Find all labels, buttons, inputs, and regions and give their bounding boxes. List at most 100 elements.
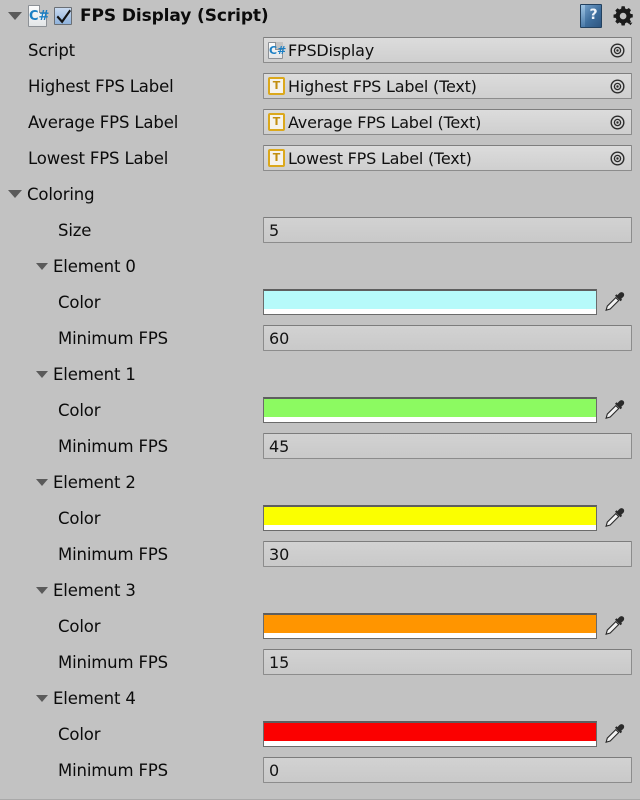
color-label: Color (0, 293, 100, 312)
color-swatch-alpha (264, 417, 596, 421)
min-fps-value: 60 (269, 329, 289, 348)
color-swatch[interactable] (263, 505, 597, 531)
text-glyph: T (270, 151, 283, 165)
unity-inspector-panel: C# FPS Display (Script) ? Script (0, 0, 640, 800)
min-fps-label: Minimum FPS (0, 329, 168, 348)
element-foldout-arrow-icon[interactable] (36, 587, 48, 594)
color-swatch-alpha (264, 309, 596, 313)
field-row-min-fps: Minimum FPS 60 (0, 320, 640, 356)
color-swatch-solid (264, 399, 596, 417)
field-value: Highest FPS Label (Text) (288, 77, 477, 96)
field-row-min-fps: Minimum FPS 45 (0, 428, 640, 464)
element-foldout-arrow-icon[interactable] (36, 371, 48, 378)
field-row-size: Size 5 (0, 212, 640, 248)
field-label: Highest FPS Label (0, 77, 174, 96)
min-fps-input[interactable]: 0 (263, 757, 632, 783)
field-row-color: Color (0, 716, 640, 752)
lowest-fps-label-object-field[interactable]: T Lowest FPS Label (Text) (263, 145, 632, 171)
color-swatch-solid (264, 615, 596, 633)
object-picker-icon[interactable] (610, 115, 625, 130)
field-row-lowest-fps-label: Lowest FPS Label T Lowest FPS Label (Tex… (0, 140, 640, 176)
highest-fps-label-object-field[interactable]: T Highest FPS Label (Text) (263, 73, 632, 99)
min-fps-input[interactable]: 30 (263, 541, 632, 567)
object-picker-icon[interactable] (610, 43, 625, 58)
element-foldout[interactable]: Element 0 (0, 248, 640, 284)
min-fps-label: Minimum FPS (0, 761, 168, 780)
coloring-foldout[interactable]: Coloring (0, 176, 640, 212)
coloring-foldout-arrow-icon[interactable] (8, 190, 22, 198)
element-foldout[interactable]: Element 1 (0, 356, 640, 392)
field-value: Average FPS Label (Text) (288, 113, 481, 132)
field-row-highest-fps-label: Highest FPS Label T Highest FPS Label (T… (0, 68, 640, 104)
min-fps-value: 0 (269, 761, 279, 780)
field-row-min-fps: Minimum FPS 15 (0, 644, 640, 680)
color-swatch-solid (264, 723, 596, 741)
field-label: Lowest FPS Label (0, 149, 168, 168)
text-component-icon: T (268, 113, 285, 131)
average-fps-label-object-field[interactable]: T Average FPS Label (Text) (263, 109, 632, 135)
eyedropper-icon[interactable] (603, 506, 627, 530)
element-label: Element 0 (53, 257, 136, 276)
gear-dropdown-icon[interactable] (612, 5, 634, 27)
size-input[interactable]: 5 (263, 217, 632, 243)
element-label: Element 1 (53, 365, 136, 384)
field-label: Script (0, 41, 75, 60)
coloring-label: Coloring (27, 185, 94, 204)
element-foldout[interactable]: Element 2 (0, 464, 640, 500)
csharp-glyph: C# (29, 8, 46, 25)
element-foldout-arrow-icon[interactable] (36, 263, 48, 270)
min-fps-value: 15 (269, 653, 289, 672)
field-row-average-fps-label: Average FPS Label T Average FPS Label (T… (0, 104, 640, 140)
min-fps-label: Minimum FPS (0, 437, 168, 456)
min-fps-value: 30 (269, 545, 289, 564)
eyedropper-icon[interactable] (603, 722, 627, 746)
field-row-color: Color (0, 284, 640, 320)
eyedropper-icon[interactable] (603, 614, 627, 638)
min-fps-label: Minimum FPS (0, 545, 168, 564)
min-fps-input[interactable]: 15 (263, 649, 632, 675)
object-picker-icon[interactable] (610, 151, 625, 166)
field-value: FPSDisplay (288, 41, 374, 60)
component-foldout-arrow-icon[interactable] (8, 12, 22, 20)
field-value: Lowest FPS Label (Text) (288, 149, 472, 168)
text-glyph: T (270, 79, 283, 93)
color-swatch[interactable] (263, 613, 597, 639)
script-object-field[interactable]: C# FPSDisplay (263, 37, 632, 63)
component-enabled-checkbox[interactable] (54, 7, 72, 25)
field-row-color: Color (0, 608, 640, 644)
element-foldout[interactable]: Element 3 (0, 572, 640, 608)
component-header[interactable]: C# FPS Display (Script) ? (0, 0, 640, 32)
min-fps-input[interactable]: 60 (263, 325, 632, 351)
color-swatch[interactable] (263, 397, 597, 423)
eyedropper-icon[interactable] (603, 290, 627, 314)
object-picker-icon[interactable] (610, 79, 625, 94)
color-swatch[interactable] (263, 721, 597, 747)
element-foldout-arrow-icon[interactable] (36, 479, 48, 486)
min-fps-label: Minimum FPS (0, 653, 168, 672)
eyedropper-icon[interactable] (603, 398, 627, 422)
color-swatch-alpha (264, 525, 596, 529)
element-label: Element 4 (53, 689, 136, 708)
csharp-script-icon: C# (28, 5, 47, 27)
field-row-min-fps: Minimum FPS 0 (0, 752, 640, 788)
field-row-color: Color (0, 500, 640, 536)
element-label: Element 3 (53, 581, 136, 600)
color-swatch-alpha (264, 741, 596, 745)
element-foldout[interactable]: Element 4 (0, 680, 640, 716)
color-swatch-solid (264, 291, 596, 309)
text-component-icon: T (268, 149, 285, 167)
color-label: Color (0, 725, 100, 744)
field-row-script: Script C# FPSDisplay (0, 32, 640, 68)
help-book-icon[interactable]: ? (580, 4, 602, 28)
color-label: Color (0, 617, 100, 636)
min-fps-input[interactable]: 45 (263, 433, 632, 459)
color-swatch[interactable] (263, 289, 597, 315)
component-title: FPS Display (Script) (80, 6, 269, 26)
field-label: Average FPS Label (0, 113, 178, 132)
element-foldout-arrow-icon[interactable] (36, 695, 48, 702)
color-label: Color (0, 509, 100, 528)
element-label: Element 2 (53, 473, 136, 492)
size-label: Size (0, 221, 91, 240)
size-value: 5 (269, 221, 279, 240)
field-row-min-fps: Minimum FPS 30 (0, 536, 640, 572)
